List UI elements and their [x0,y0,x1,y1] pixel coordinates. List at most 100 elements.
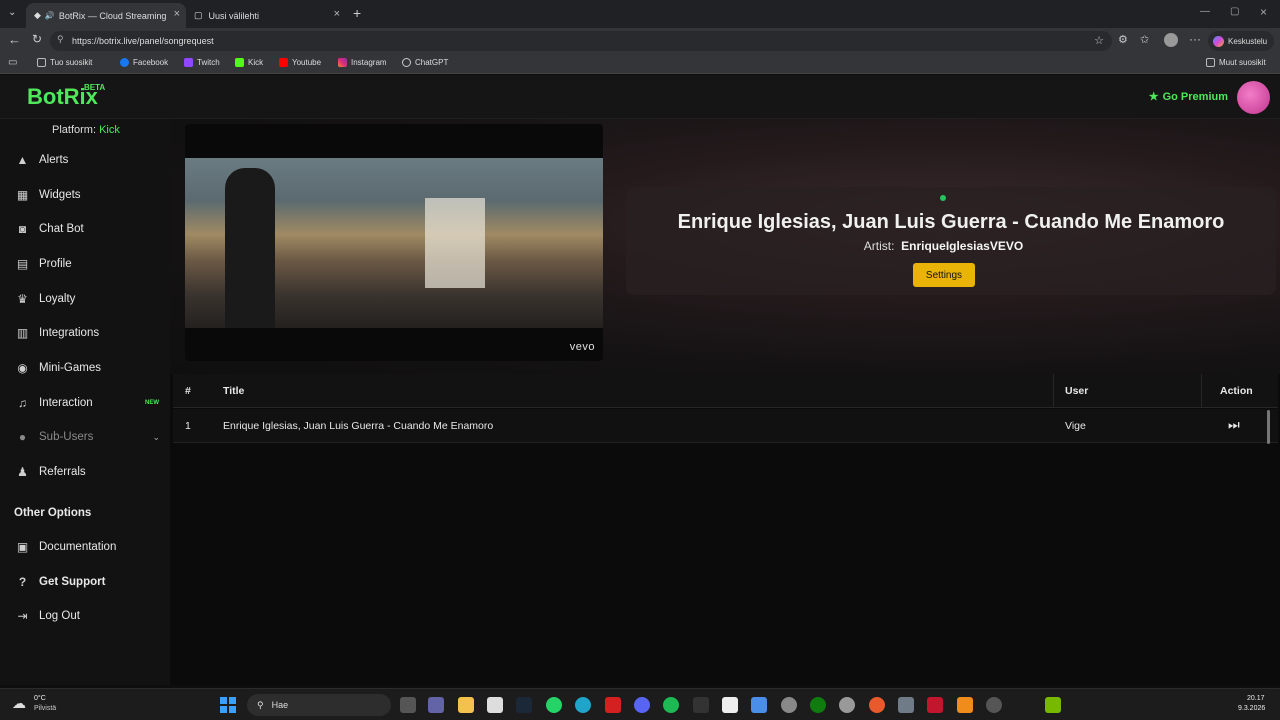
g-hub-icon[interactable] [693,697,709,713]
sidebar-item-alerts[interactable]: ▲ Alerts [16,150,166,170]
bookmark-kick[interactable]: Kick [235,58,263,67]
bookmark-other[interactable]: Muut suosikit [1206,58,1266,67]
bookmark-chatgpt[interactable]: ChatGPT [402,58,448,67]
app-icon[interactable] [927,697,943,713]
lastpass-icon[interactable] [605,697,621,713]
bookmark-instagram[interactable]: Instagram [338,58,387,67]
sidebar-item-documentation[interactable]: ▣ Documentation [16,537,166,557]
sidebar-toggle-icon[interactable]: ▭ [8,57,17,68]
column-number: # [185,385,191,397]
new-badge: NEW [145,400,159,406]
copilot-button[interactable]: Keskustelu [1208,31,1274,51]
favorite-star-icon[interactable]: ☆ [1094,34,1104,47]
calculator-icon[interactable] [487,697,503,713]
weather-temp: 0°C [34,695,46,702]
extensions-icon[interactable]: ⚙ [1118,33,1128,46]
reload-icon[interactable]: ↻ [32,32,42,46]
vlc-icon[interactable] [957,697,973,713]
site-info-icon[interactable]: ⚲ [57,34,64,45]
skip-forward-icon[interactable]: ⏭ [1228,417,1240,433]
audio-icon: 🔊 [44,11,55,20]
table-header: # Title User Action [173,374,1278,408]
botrix-app: BotRix BETA ★ Go Premium Platform: Kick … [0,75,1280,685]
address-bar[interactable]: ⚲ https://botrix.live/panel/songrequest … [50,31,1112,51]
file-explorer-icon[interactable] [458,697,474,713]
sidebar-item-integrations[interactable]: ▥ Integrations [16,323,166,343]
sidebar-item-get-support[interactable]: ? Get Support [16,572,166,592]
taskbar-search[interactable]: ⚲ Hae [247,694,391,716]
maximize-icon[interactable]: ▢ [1230,6,1239,17]
go-premium-button[interactable]: ★ Go Premium [1148,90,1228,104]
widgets-icon: ▦ [16,188,29,202]
clock-time[interactable]: 20.17 [1247,695,1265,702]
minimize-icon[interactable]: — [1200,6,1210,17]
tab-actions-icon[interactable]: ⌄ [8,7,16,18]
back-icon[interactable]: ← [8,32,21,47]
sidebar-item-mini-games[interactable]: ◉ Mini-Games [16,358,166,378]
app-icon-2[interactable] [986,697,1002,713]
sidebar-item-log-out[interactable]: ⇥ Log Out [16,606,166,626]
settings-app-icon[interactable] [781,697,797,713]
settings-button[interactable]: Settings [913,263,975,287]
vevo-watermark: vevo [569,341,595,353]
obs-icon[interactable] [839,697,855,713]
edge-icon[interactable] [575,697,591,713]
stage-light [425,198,485,288]
profile-icon[interactable] [1164,33,1178,47]
logout-icon: ⇥ [17,609,28,623]
beta-badge: BETA [84,83,106,92]
weather-icon[interactable]: ☁ [12,695,26,712]
nvidia-icon[interactable] [1045,697,1061,713]
notepad-icon[interactable] [722,697,738,713]
table-row[interactable]: 1 Enrique Iglesias, Juan Luis Guerra - C… [173,409,1278,443]
mail-icon[interactable] [751,697,767,713]
tab-new[interactable]: ▢ Uusi välilehti × [186,3,346,28]
row-user: Vige [1065,420,1086,432]
users-icon: ● [18,430,27,444]
referrals-icon: ♟ [17,465,28,479]
browser-tabbar: ⌄ ◆ 🔊 BotRix — Cloud Streaming Bo × ▢ Uu… [0,0,1280,28]
teams-icon[interactable] [428,697,444,713]
close-tab-icon[interactable]: × [334,8,340,20]
sidebar-item-chat-bot[interactable]: ◙ Chat Bot [16,219,166,239]
brave-icon[interactable] [869,697,885,713]
steam-icon[interactable] [516,697,532,713]
spotify-icon[interactable] [663,697,679,713]
sidebar-item-loyalty[interactable]: ♛ Loyalty [16,289,166,309]
more-menu-icon[interactable]: ··· [1189,32,1201,46]
help-icon: ? [18,575,27,589]
new-tab-icon[interactable]: + [353,5,361,21]
task-view-icon[interactable] [400,697,416,713]
bookmark-import[interactable]: Tuo suosikit [37,58,92,67]
sidebar-item-sub-users[interactable]: ● Sub-Users ⌄ [16,427,166,447]
scrollbar[interactable] [1267,410,1270,444]
tab-botrix[interactable]: ◆ 🔊 BotRix — Cloud Streaming Bo × [26,3,186,28]
favorites-icon[interactable]: ✩ [1140,33,1149,46]
chevron-down-icon: ⌄ [152,431,160,442]
bookmark-youtube[interactable]: Youtube [279,58,321,67]
star-icon: ★ [1148,91,1159,103]
row-title: Enrique Iglesias, Juan Luis Guerra - Cua… [223,420,494,432]
sidebar-item-interaction[interactable]: ♫ Interaction NEW [16,393,166,413]
now-playing-card: Enrique Iglesias, Juan Luis Guerra - Cua… [626,187,1276,295]
close-tab-icon[interactable]: × [174,8,180,20]
window-close-icon[interactable]: × [1260,5,1267,19]
sidebar-item-profile[interactable]: ▤ Profile [16,254,166,274]
gear-tool-icon[interactable] [898,697,914,713]
bookmark-facebook[interactable]: Facebook [120,58,168,67]
avatar[interactable] [1237,81,1270,114]
song-request-panel: vevo Enrique Iglesias, Juan Luis Guerra … [170,119,1280,685]
sidebar-item-referrals[interactable]: ♟ Referrals [16,462,166,482]
clock-date[interactable]: 9.3.2026 [1238,705,1265,712]
gamepad-icon: ◉ [17,361,28,375]
newtab-favicon-icon: ▢ [194,10,203,20]
whatsapp-icon[interactable] [546,697,562,713]
discord-icon[interactable] [634,697,650,713]
copilot-icon [1213,35,1224,47]
xbox-icon[interactable] [810,697,826,713]
column-user: User [1065,385,1089,397]
windows-start-icon[interactable] [220,697,236,713]
bookmark-twitch[interactable]: Twitch [184,58,220,67]
video-player[interactable]: vevo [185,124,603,361]
sidebar-item-widgets[interactable]: ▦ Widgets [16,185,166,205]
